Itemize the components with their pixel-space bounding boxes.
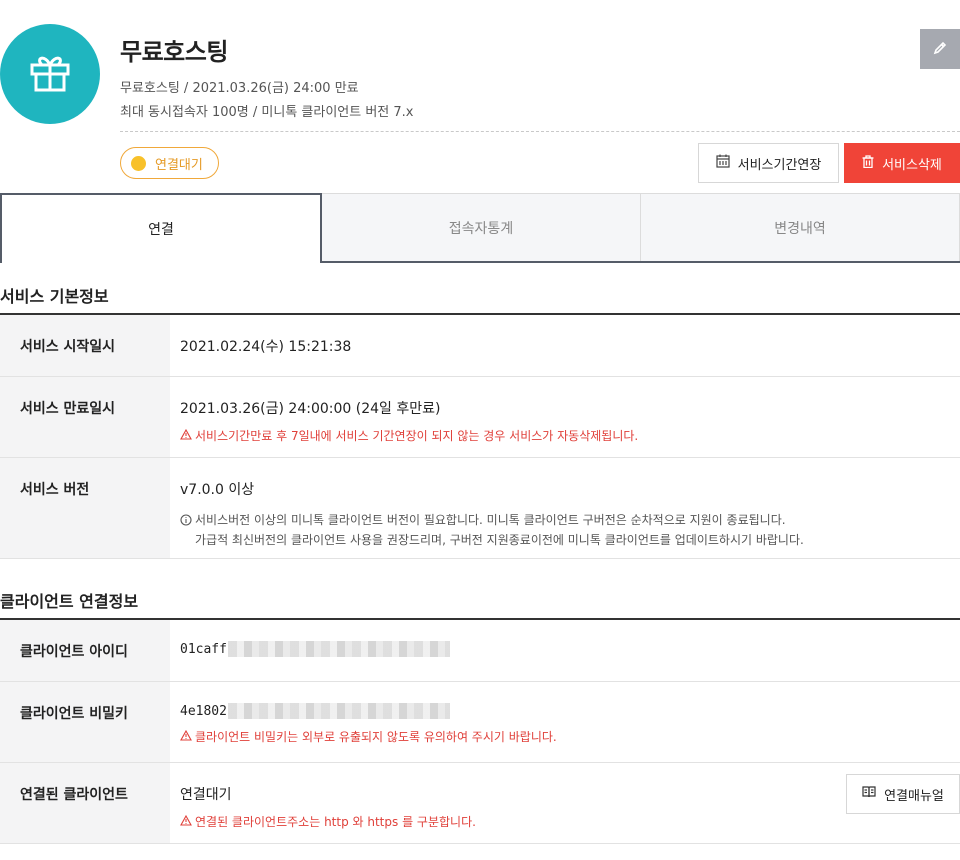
client-info-table: 클라이언트 아이디 01caff 클라이언트 비밀키 4e1802 클라이언트 …: [0, 618, 960, 844]
connection-manual-label: 연결매뉴얼: [884, 788, 944, 804]
client-secret-warning-text: 클라이언트 비밀키는 외부로 유출되지 않도록 유의하여 주시기 바랍니다.: [195, 730, 557, 744]
delete-service-button[interactable]: 서비스삭제: [844, 143, 960, 183]
tab-change-history[interactable]: 변경내역: [641, 193, 960, 261]
client-info-title: 클라이언트 연결정보: [0, 592, 139, 611]
client-id-label: 클라이언트 아이디: [0, 620, 170, 681]
table-row: 클라이언트 비밀키 4e1802 클라이언트 비밀키는 외부로 유출되지 않도록…: [0, 682, 960, 763]
version-cell: v7.0.0 이상 서비스버전 이상의 미니톡 클라이언트 버전이 필요합니다.…: [170, 458, 960, 558]
service-header: 무료호스팅 무료호스팅 / 2021.03.26(금) 24:00 만료 최대 …: [0, 0, 960, 192]
end-date-warning: 서비스기간만료 후 7일내에 서비스 기간연장이 되지 않는 경우 서비스가 자…: [180, 427, 960, 444]
client-id-value: 01caff: [180, 641, 227, 657]
version-label: 서비스 버전: [0, 458, 170, 558]
pencil-icon: [933, 40, 947, 59]
trash-icon: [862, 154, 882, 172]
redacted-blur: [227, 641, 450, 657]
client-secret-cell: 4e1802 클라이언트 비밀키는 외부로 유출되지 않도록 유의하여 주시기 …: [170, 682, 960, 762]
extend-service-button[interactable]: 서비스기간연장: [698, 143, 839, 183]
divider: [120, 131, 960, 132]
tab-bar: 연결 접속자통계 변경내역: [0, 193, 960, 263]
gift-icon: [29, 52, 71, 96]
book-icon: [862, 786, 884, 802]
connected-client-warning-text: 연결된 클라이언트주소는 http 와 https 를 구분합니다.: [195, 815, 476, 829]
end-date-value: 2021.03.26(금) 24:00:00 (24일 후만료): [180, 401, 441, 417]
end-date-label: 서비스 만료일시: [0, 377, 170, 457]
table-row: 연결된 클라이언트 연결대기 연결된 클라이언트주소는 http 와 https…: [0, 763, 960, 844]
info-icon: [180, 510, 195, 532]
connected-client-label: 연결된 클라이언트: [0, 763, 170, 843]
version-value: v7.0.0 이상: [180, 482, 255, 498]
page-title: 무료호스팅: [120, 38, 228, 66]
version-info-line2: 가급적 최신버전의 클라이언트 사용을 권장드리며, 구버전 지원종료이전에 미…: [195, 533, 804, 547]
table-row: 클라이언트 아이디 01caff: [0, 620, 960, 682]
calendar-icon: [716, 154, 738, 172]
client-secret-value: 4e1802: [180, 703, 227, 719]
version-info-line1: 서비스버전 이상의 미니톡 클라이언트 버전이 필요합니다. 미니톡 클라이언트…: [195, 513, 786, 527]
connected-client-cell: 연결대기 연결된 클라이언트주소는 http 와 https 를 구분합니다. …: [170, 763, 960, 843]
tab-connection[interactable]: 연결: [0, 193, 322, 263]
basic-info-title: 서비스 기본정보: [0, 287, 109, 306]
table-row: 서비스 버전 v7.0.0 이상 서비스버전 이상의 미니톡 클라이언트 버전이…: [0, 458, 960, 559]
edit-button[interactable]: [920, 29, 960, 69]
basic-info-table: 서비스 시작일시 2021.02.24(수) 15:21:38 서비스 만료일시…: [0, 313, 960, 559]
status-badge: 연결대기: [120, 147, 219, 179]
start-date-value: 2021.02.24(수) 15:21:38: [180, 339, 352, 355]
start-date-label: 서비스 시작일시: [0, 315, 170, 376]
connected-client-value: 연결대기: [180, 787, 232, 803]
extend-service-label: 서비스기간연장: [737, 157, 822, 173]
tab-user-stats[interactable]: 접속자통계: [322, 193, 641, 261]
client-secret-label: 클라이언트 비밀키: [0, 682, 170, 762]
client-id-cell: 01caff: [170, 620, 960, 681]
warning-icon: [180, 814, 195, 829]
connected-client-warning: 연결된 클라이언트주소는 http 와 https 를 구분합니다.: [180, 813, 960, 830]
service-limits: 최대 동시접속자 100명 / 미니톡 클라이언트 버전 7.x: [120, 105, 414, 120]
connection-manual-button[interactable]: 연결매뉴얼: [846, 774, 960, 814]
warning-icon: [180, 729, 195, 744]
delete-service-label: 서비스삭제: [882, 157, 942, 173]
service-plan-expiry: 무료호스팅 / 2021.03.26(금) 24:00 만료: [120, 81, 359, 96]
service-logo: [0, 24, 100, 124]
end-date-cell: 2021.03.26(금) 24:00:00 (24일 후만료) 서비스기간만료…: [170, 377, 960, 457]
warning-icon: [180, 428, 195, 443]
status-dot: [131, 155, 146, 171]
table-row: 서비스 만료일시 2021.03.26(금) 24:00:00 (24일 후만료…: [0, 377, 960, 458]
status-label: 연결대기: [155, 157, 203, 173]
redacted-blur: [227, 703, 450, 719]
client-secret-warning: 클라이언트 비밀키는 외부로 유출되지 않도록 유의하여 주시기 바랍니다.: [180, 728, 960, 745]
version-info: 서비스버전 이상의 미니톡 클라이언트 버전이 필요합니다. 미니톡 클라이언트…: [180, 510, 960, 550]
table-row: 서비스 시작일시 2021.02.24(수) 15:21:38: [0, 315, 960, 377]
end-date-warning-text: 서비스기간만료 후 7일내에 서비스 기간연장이 되지 않는 경우 서비스가 자…: [195, 429, 639, 443]
